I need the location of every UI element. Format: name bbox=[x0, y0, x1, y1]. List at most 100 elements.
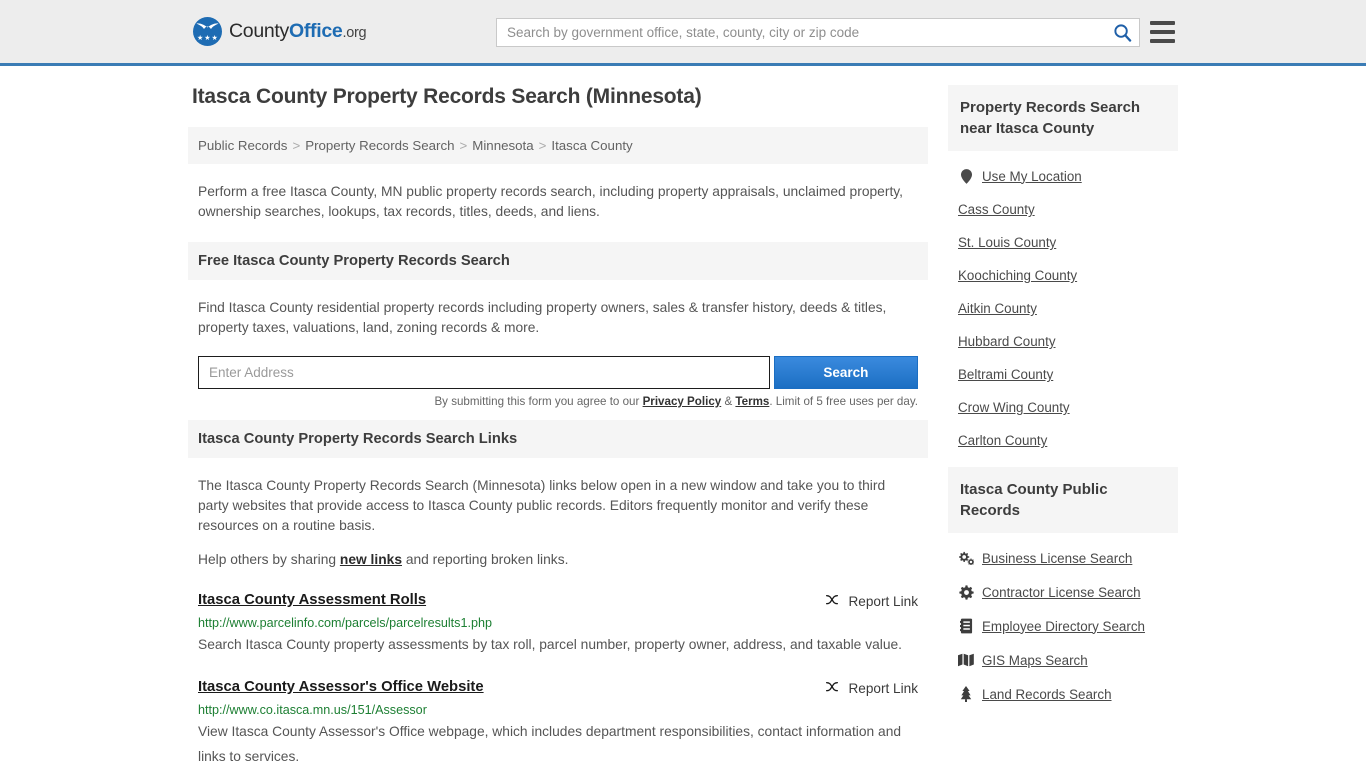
sidebar-item-contractor-license-search[interactable]: Contractor License Search bbox=[948, 575, 1178, 609]
search-submit-button[interactable] bbox=[1105, 19, 1139, 46]
cogs-icon bbox=[958, 550, 974, 566]
result-description: View Itasca County Assessor's Office web… bbox=[198, 724, 902, 764]
logo-text-tld: .org bbox=[342, 25, 367, 41]
breadcrumb-item-property-records-search[interactable]: Property Records Search bbox=[305, 138, 454, 153]
tree-glyph bbox=[960, 686, 972, 702]
result-header: Itasca County Assessment Rolls Report Li… bbox=[198, 592, 918, 609]
sidebar-item-employee-directory-search[interactable]: Employee Directory Search bbox=[948, 609, 1178, 643]
help-suffix: and reporting broken links. bbox=[402, 552, 569, 567]
breadcrumb-item-itasca-county[interactable]: Itasca County bbox=[551, 138, 632, 153]
hamburger-menu-icon[interactable] bbox=[1150, 21, 1175, 43]
global-search-bar[interactable] bbox=[496, 18, 1140, 47]
sidebar-item-label[interactable]: Cass County bbox=[958, 202, 1035, 217]
sidebar: Property Records Search near Itasca Coun… bbox=[948, 85, 1178, 768]
sidebar-item-carlton-county[interactable]: Carlton County bbox=[948, 424, 1178, 457]
logo-wordmark: CountyOffice.org bbox=[229, 20, 367, 43]
links-section-body: The Itasca County Property Records Searc… bbox=[188, 458, 928, 570]
terms-link[interactable]: Terms bbox=[735, 395, 769, 408]
address-book-glyph bbox=[959, 618, 972, 634]
sidebar-item-label[interactable]: Koochiching County bbox=[958, 268, 1077, 283]
sidebar-item-land-records-search[interactable]: Land Records Search bbox=[948, 677, 1178, 711]
sidebar-item-label[interactable]: Employee Directory Search bbox=[982, 619, 1145, 634]
report-link-button[interactable]: Report Link bbox=[824, 679, 918, 696]
fineprint-suffix: . Limit of 5 free uses per day. bbox=[769, 395, 918, 408]
search-input[interactable] bbox=[497, 19, 1105, 46]
sidebar-item-label[interactable]: Land Records Search bbox=[982, 687, 1112, 702]
report-link-label: Report Link bbox=[848, 593, 918, 609]
sidebar-item-st-louis-county[interactable]: St. Louis County bbox=[948, 226, 1178, 259]
address-search-button[interactable]: Search bbox=[773, 356, 918, 389]
sidebar-item-label[interactable]: GIS Maps Search bbox=[982, 653, 1088, 668]
links-section-heading: Itasca County Property Records Search Li… bbox=[188, 420, 928, 458]
breadcrumb-item-public-records[interactable]: Public Records bbox=[198, 138, 287, 153]
form-fineprint: By submitting this form you agree to our… bbox=[188, 395, 928, 408]
sidebar-item-beltrami-county[interactable]: Beltrami County bbox=[948, 358, 1178, 391]
main-content: Itasca County Property Records Search (M… bbox=[188, 85, 928, 768]
report-link-button[interactable]: Report Link bbox=[824, 592, 918, 609]
help-prefix: Help others by sharing bbox=[198, 552, 340, 567]
sidebar-item-koochiching-county[interactable]: Koochiching County bbox=[948, 259, 1178, 292]
cogs-glyph bbox=[959, 551, 974, 565]
free-search-heading: Free Itasca County Property Records Sear… bbox=[188, 242, 928, 280]
breadcrumb: Public Records > Property Records Search > M… bbox=[188, 127, 928, 164]
panel-public-records: Itasca County Public Records Business Li… bbox=[948, 467, 1178, 711]
site-header: ★★★ CountyOffice.org bbox=[0, 0, 1366, 66]
sidebar-item-label[interactable]: Beltrami County bbox=[958, 367, 1053, 382]
panel-public-records-list: Business License Search Contractor Licen… bbox=[948, 533, 1178, 711]
sidebar-item-label[interactable]: Crow Wing County bbox=[958, 400, 1070, 415]
sidebar-item-use-my-location[interactable]: Use My Location bbox=[948, 159, 1178, 193]
result-title-link[interactable]: Itasca County Assessment Rolls bbox=[198, 592, 426, 608]
breadcrumb-separator: > bbox=[459, 138, 468, 153]
cog-icon bbox=[958, 584, 974, 600]
links-section-help: Help others by sharing new links and rep… bbox=[198, 550, 918, 570]
sidebar-item-cass-county[interactable]: Cass County bbox=[948, 193, 1178, 226]
breadcrumb-separator: > bbox=[538, 138, 547, 153]
result-url: http://www.parcelinfo.com/parcels/parcel… bbox=[198, 616, 492, 630]
privacy-policy-link[interactable]: Privacy Policy bbox=[643, 395, 722, 408]
result-item: Itasca County Assessor's Office Website … bbox=[188, 679, 928, 768]
fineprint-prefix: By submitting this form you agree to our bbox=[434, 395, 643, 408]
breadcrumb-item-minnesota[interactable]: Minnesota bbox=[472, 138, 533, 153]
eagle-seal-logo-icon: ★★★ bbox=[193, 17, 222, 46]
sidebar-item-label[interactable]: Business License Search bbox=[982, 551, 1132, 566]
report-link-label: Report Link bbox=[848, 680, 918, 696]
sidebar-item-business-license-search[interactable]: Business License Search bbox=[948, 541, 1178, 575]
sidebar-item-crow-wing-county[interactable]: Crow Wing County bbox=[948, 391, 1178, 424]
logo-stars: ★★★ bbox=[197, 35, 219, 42]
sidebar-item-hubbard-county[interactable]: Hubbard County bbox=[948, 325, 1178, 358]
panel-nearby-searches: Property Records Search near Itasca Coun… bbox=[948, 85, 1178, 457]
result-header: Itasca County Assessor's Office Website … bbox=[198, 679, 918, 696]
sidebar-item-gis-maps-search[interactable]: GIS Maps Search bbox=[948, 643, 1178, 677]
free-search-description: Find Itasca County residential property … bbox=[198, 300, 887, 335]
new-links-link[interactable]: new links bbox=[340, 552, 402, 567]
sidebar-item-label[interactable]: St. Louis County bbox=[958, 235, 1056, 250]
page-title: Itasca County Property Records Search (M… bbox=[192, 85, 702, 108]
result-item: Itasca County Assessment Rolls Report Li… bbox=[188, 592, 928, 657]
breadcrumb-separator: > bbox=[292, 138, 301, 153]
sidebar-item-label[interactable]: Aitkin County bbox=[958, 301, 1037, 316]
broken-link-icon bbox=[826, 682, 839, 692]
map-pin-glyph bbox=[960, 168, 972, 184]
cog-glyph bbox=[958, 584, 974, 600]
map-icon bbox=[958, 652, 974, 668]
map-pin-icon bbox=[958, 168, 974, 184]
hamburger-bar bbox=[1150, 39, 1175, 43]
site-logo[interactable]: ★★★ CountyOffice.org bbox=[193, 17, 367, 46]
map-glyph bbox=[958, 653, 974, 667]
page-body: Itasca County Property Records Search (M… bbox=[0, 66, 1366, 768]
sidebar-item-label[interactable]: Use My Location bbox=[982, 169, 1082, 184]
sidebar-item-aitkin-county[interactable]: Aitkin County bbox=[948, 292, 1178, 325]
panel-public-records-heading: Itasca County Public Records bbox=[948, 467, 1178, 533]
links-section-paragraph: The Itasca County Property Records Searc… bbox=[198, 478, 886, 533]
address-book-icon bbox=[958, 618, 974, 634]
sidebar-item-label[interactable]: Hubbard County bbox=[958, 334, 1056, 349]
logo-text-county: County bbox=[229, 20, 289, 42]
address-input[interactable] bbox=[198, 356, 770, 389]
address-search-form: Search bbox=[188, 356, 928, 389]
broken-link-icon bbox=[826, 595, 839, 605]
sidebar-item-label[interactable]: Contractor License Search bbox=[982, 585, 1141, 600]
result-title-link[interactable]: Itasca County Assessor's Office Website bbox=[198, 679, 484, 695]
hamburger-bar bbox=[1150, 30, 1175, 34]
panel-nearby-heading: Property Records Search near Itasca Coun… bbox=[948, 85, 1178, 151]
sidebar-item-label[interactable]: Carlton County bbox=[958, 433, 1047, 448]
